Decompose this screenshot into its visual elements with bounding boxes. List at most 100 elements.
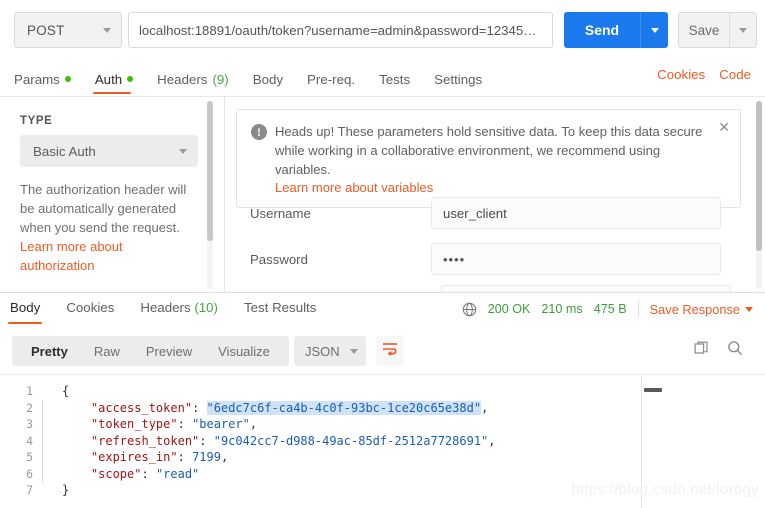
send-button[interactable]: Send xyxy=(564,12,640,48)
response-size: 475 B xyxy=(593,302,627,316)
active-tab-underline xyxy=(92,91,132,94)
tab-params[interactable]: Params xyxy=(12,62,81,92)
response-language-select[interactable]: JSON xyxy=(294,336,366,366)
close-icon[interactable]: ✕ xyxy=(718,120,730,134)
response-tab-headers-count: (10) xyxy=(194,300,218,315)
code-line-text: "access_token": "6edc7c6f-ca4b-4c0f-93bc… xyxy=(52,400,488,415)
active-tab-underline xyxy=(8,321,43,324)
response-tab-body[interactable]: Body xyxy=(8,295,43,324)
banner-learn-more-link[interactable]: Learn more about variables xyxy=(275,180,726,195)
save-button[interactable]: Save xyxy=(678,12,729,48)
code-token: { xyxy=(62,384,70,399)
code-token: : xyxy=(141,466,156,481)
chevron-down-icon xyxy=(103,27,111,33)
response-tab-test-results[interactable]: Test Results xyxy=(242,295,318,323)
response-tabs: Body Cookies Headers (10) Test Results xyxy=(8,295,340,324)
copy-icon[interactable] xyxy=(694,341,709,361)
banner-text: Heads up! These parameters hold sensitiv… xyxy=(275,124,703,177)
word-wrap-button[interactable] xyxy=(376,336,404,366)
scrollbar-thumb[interactable] xyxy=(756,101,762,251)
response-meta: 200 OK 210 ms 475 B Save Response xyxy=(462,301,753,317)
auth-right-scrollbar[interactable] xyxy=(756,101,762,289)
code-token: "expires_in" xyxy=(90,450,178,465)
code-token: "refresh_token" xyxy=(90,433,200,448)
request-tabs-right-links: Cookies Code xyxy=(657,67,751,82)
tab-auth-label: Auth xyxy=(94,71,123,87)
response-tab-cookies[interactable]: Cookies xyxy=(64,295,116,323)
auth-type-select[interactable]: Basic Auth xyxy=(20,135,198,167)
request-url-input[interactable]: localhost:18891/oauth/token?username=adm… xyxy=(128,12,553,48)
code-token: : xyxy=(192,400,207,415)
meta-divider xyxy=(637,301,639,317)
send-options-button[interactable] xyxy=(640,12,668,48)
password-input[interactable]: •••• xyxy=(431,243,721,275)
response-tab-body-label: Body xyxy=(10,300,41,315)
sensitive-data-banner: ! Heads up! These parameters hold sensit… xyxy=(236,109,741,208)
save-options-button[interactable] xyxy=(729,12,757,48)
chevron-down-icon xyxy=(650,27,659,33)
code-token: : xyxy=(177,417,193,432)
response-tab-headers-label: Headers xyxy=(140,300,191,315)
tab-auth[interactable]: Auth xyxy=(92,62,143,94)
code-link[interactable]: Code xyxy=(719,67,751,82)
tab-settings[interactable]: Settings xyxy=(432,62,492,92)
cookies-link[interactable]: Cookies xyxy=(657,67,705,82)
line-number: 3 xyxy=(26,417,33,432)
username-input[interactable]: user_client xyxy=(431,197,721,229)
line-number: 5 xyxy=(26,450,33,465)
word-wrap-icon xyxy=(382,342,398,361)
code-token: , xyxy=(488,433,496,448)
auth-learn-more-link[interactable]: Learn more about authorization xyxy=(20,239,123,273)
minimap-thumb[interactable] xyxy=(644,388,662,392)
scrollbar-thumb[interactable] xyxy=(207,101,213,241)
globe-icon xyxy=(462,302,477,317)
response-tab-headers[interactable]: Headers (10) xyxy=(138,295,220,323)
tab-body-label: Body xyxy=(252,71,284,87)
code-token: , xyxy=(220,450,229,465)
code-token: "6edc7c6f-ca4b-4c0f-93bc-1ce20c65e38d" xyxy=(206,400,482,415)
save-response-button[interactable]: Save Response xyxy=(650,302,753,317)
fold-guide xyxy=(42,399,52,416)
code-token: "access_token" xyxy=(90,400,193,415)
tab-tests[interactable]: Tests xyxy=(377,62,420,92)
auth-left-scrollbar[interactable] xyxy=(207,101,213,289)
http-method-select[interactable]: POST xyxy=(14,12,122,48)
view-mode-visualize[interactable]: Visualize xyxy=(205,344,283,359)
tab-tests-label: Tests xyxy=(379,71,411,87)
tab-headers[interactable]: Headers (9) xyxy=(155,62,239,92)
auth-fields-column: ! Heads up! These parameters hold sensit… xyxy=(226,97,765,293)
tab-prerequest[interactable]: Pre-req. xyxy=(305,62,365,92)
code-line: 4 "refresh_token": "9c042cc7-d988-49ac-8… xyxy=(0,432,765,449)
request-url-value: localhost:18891/oauth/token?username=adm… xyxy=(139,22,542,38)
code-line: 3 "token_type": "bearer", xyxy=(0,416,765,433)
username-field-row: Username user_client xyxy=(236,197,721,229)
chevron-down-icon xyxy=(350,348,358,354)
request-url-bar: POST localhost:18891/oauth/token?usernam… xyxy=(0,0,765,60)
code-line: 6 "scope": "read" xyxy=(0,465,765,482)
modified-dot-icon xyxy=(64,76,71,82)
tab-body[interactable]: Body xyxy=(251,62,293,92)
auth-type-label: TYPE xyxy=(20,115,53,127)
line-number: 7 xyxy=(26,483,33,498)
postman-window: POST localhost:18891/oauth/token?usernam… xyxy=(0,0,765,508)
code-token: , xyxy=(249,417,258,432)
response-format-bar: Pretty Raw Preview Visualize JSON xyxy=(0,328,765,374)
line-number: 6 xyxy=(26,466,33,481)
code-token: : xyxy=(177,450,193,465)
response-body-viewer[interactable]: 1 {2 "access_token": "6edc7c6f-ca4b-4c0f-… xyxy=(0,374,765,508)
view-mode-pretty[interactable]: Pretty xyxy=(18,344,81,359)
tab-headers-label: Headers xyxy=(157,71,208,87)
line-number: 1 xyxy=(26,384,33,399)
username-value: user_client xyxy=(443,205,507,221)
view-mode-preview[interactable]: Preview xyxy=(133,344,205,359)
tab-params-label: Params xyxy=(14,71,60,87)
code-token: 7199 xyxy=(192,450,221,465)
password-value-masked: •••• xyxy=(443,251,466,267)
search-icon[interactable] xyxy=(727,340,743,361)
view-mode-raw[interactable]: Raw xyxy=(81,344,133,359)
line-number: 4 xyxy=(26,433,33,448)
code-token: "scope" xyxy=(90,466,142,481)
